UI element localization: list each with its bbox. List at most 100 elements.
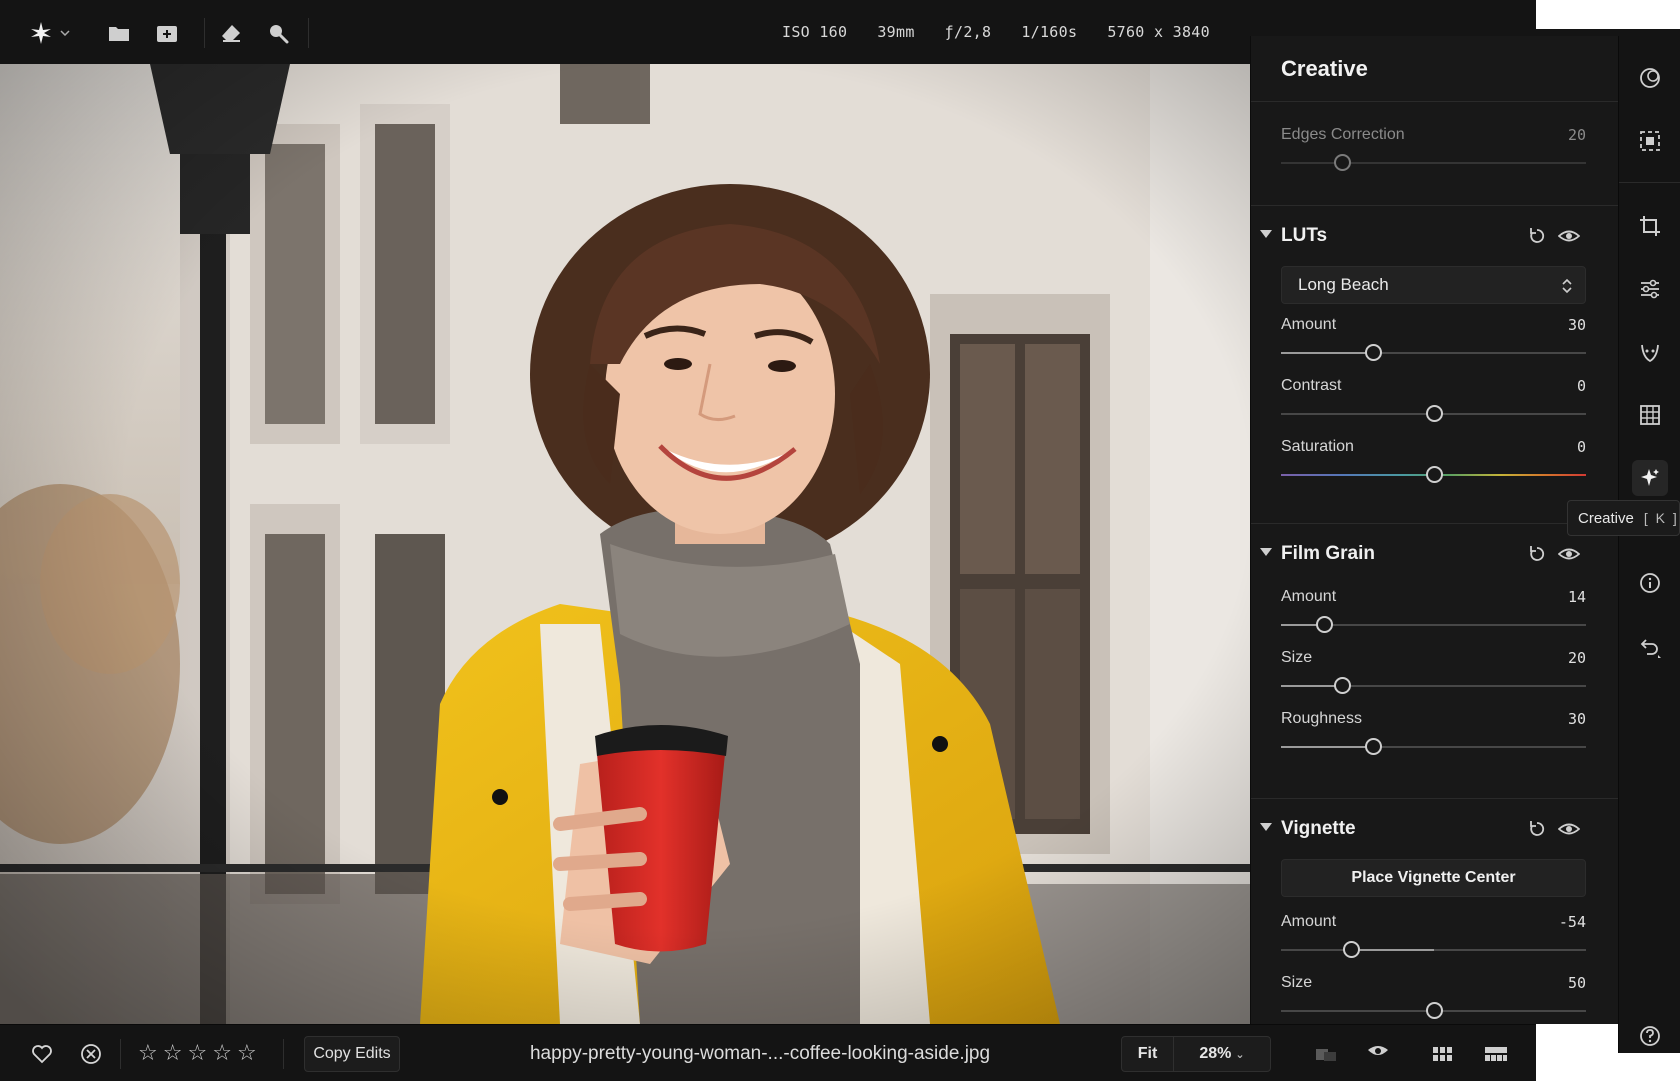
star-3-icon[interactable]: ☆ <box>187 1041 207 1065</box>
collapse-caret-icon[interactable] <box>1260 230 1272 238</box>
grain-size-slider[interactable]: Size 20 <box>1251 645 1618 706</box>
slider-label: Roughness <box>1281 710 1362 727</box>
toolbar-divider <box>308 18 309 48</box>
reset-icon[interactable] <box>1528 820 1546 838</box>
chevron-down-icon: ⌄ <box>1235 1049 1245 1061</box>
slider-knob[interactable] <box>1364 344 1382 361</box>
filmstrip-icon[interactable] <box>1483 1042 1509 1066</box>
slider-label: Contrast <box>1281 377 1342 394</box>
reset-icon[interactable] <box>1528 545 1546 563</box>
visibility-eye-icon[interactable] <box>1558 226 1580 246</box>
vignette-size-slider[interactable]: Size 50 <box>1251 970 1618 1024</box>
slider-knob[interactable] <box>1364 738 1382 755</box>
slider-fill <box>1281 746 1373 748</box>
add-image-icon[interactable] <box>154 20 180 46</box>
portrait-photo <box>0 64 1250 1024</box>
section-title: Vignette <box>1281 818 1356 839</box>
reset-icon[interactable] <box>1528 227 1546 245</box>
slider-knob[interactable] <box>1426 1002 1443 1019</box>
eraser-icon[interactable] <box>218 20 244 46</box>
vignette-header[interactable]: Vignette <box>1251 799 1618 859</box>
adjust-sliders-icon[interactable] <box>1632 271 1668 307</box>
visibility-eye-icon[interactable] <box>1558 544 1580 564</box>
tooltip-shortcut: [ K ] <box>1643 510 1679 526</box>
star-2-icon[interactable]: ☆ <box>163 1041 183 1065</box>
vignette-section: Vignette Place Vignette Center Amount -5… <box>1251 799 1618 1024</box>
slider-label: Saturation <box>1281 438 1354 455</box>
portrait-icon[interactable] <box>1632 334 1668 370</box>
structure-grid-icon[interactable] <box>1632 397 1668 433</box>
place-vignette-center-button[interactable]: Place Vignette Center <box>1281 859 1586 897</box>
lut-amount-slider[interactable]: Amount 30 <box>1251 312 1618 373</box>
preview-eye-icon[interactable] <box>1365 1041 1391 1065</box>
slider-value: 0 <box>1576 438 1586 456</box>
zoom-control: Fit 28% ⌄ <box>1121 1036 1271 1072</box>
collapse-caret-icon[interactable] <box>1260 823 1272 831</box>
slider-knob[interactable] <box>1334 677 1352 694</box>
masking-icon[interactable] <box>1632 123 1668 159</box>
slider-knob[interactable] <box>1343 941 1361 958</box>
edges-correction-slider[interactable]: Edges Correction 20 <box>1251 122 1618 183</box>
overlays-icon[interactable] <box>1632 60 1668 96</box>
reject-icon[interactable] <box>78 1042 104 1066</box>
bottom-toolbar: ☆ ☆ ☆ ☆ ☆ Copy Edits happy-pretty-young-… <box>0 1024 1536 1081</box>
section-title: Film Grain <box>1281 543 1375 564</box>
toolbar-divider <box>283 1039 284 1069</box>
star-5-icon[interactable]: ☆ <box>237 1041 257 1065</box>
slider-value: 30 <box>1567 710 1586 728</box>
section-title: LUTs <box>1281 225 1328 246</box>
slider-value: 14 <box>1567 588 1586 606</box>
slider-fill <box>1351 949 1434 951</box>
favorite-heart-icon[interactable] <box>29 1042 55 1066</box>
zoom-level-value: 28% <box>1199 1045 1232 1062</box>
lut-preset-select[interactable]: Long Beach <box>1281 266 1586 304</box>
file-name: happy-pretty-young-woman-...-coffee-look… <box>529 1042 991 1064</box>
photo-canvas[interactable] <box>0 64 1250 1024</box>
star-rating[interactable]: ☆ ☆ ☆ ☆ ☆ <box>138 1041 257 1065</box>
slider-knob[interactable] <box>1426 466 1443 483</box>
star-1-icon[interactable]: ☆ <box>138 1041 158 1065</box>
zoom-level-dropdown[interactable]: 28% ⌄ <box>1174 1045 1270 1063</box>
folder-icon[interactable] <box>106 20 132 46</box>
creative-sparkle-icon[interactable] <box>1632 460 1668 496</box>
star-4-icon[interactable]: ☆ <box>212 1041 232 1065</box>
slider-knob[interactable] <box>1426 405 1443 422</box>
chevron-down-icon[interactable] <box>56 20 74 46</box>
grain-amount-slider[interactable]: Amount 14 <box>1251 584 1618 645</box>
slider-knob[interactable] <box>1315 616 1333 633</box>
slider-track[interactable] <box>1281 162 1586 164</box>
visibility-eye-icon[interactable] <box>1558 819 1580 839</box>
slider-value: 50 <box>1567 974 1586 992</box>
slider-value: 20 <box>1567 126 1586 144</box>
exif-shutter: 1/160s <box>1021 23 1078 41</box>
exif-dimensions: 5760 x 3840 <box>1107 23 1210 41</box>
slider-knob[interactable] <box>1334 154 1352 171</box>
info-icon[interactable] <box>1632 565 1668 601</box>
slider-value: 20 <box>1567 649 1586 667</box>
compare-icon[interactable] <box>1313 1042 1339 1066</box>
crop-icon[interactable] <box>1632 208 1668 244</box>
grain-roughness-slider[interactable]: Roughness 30 <box>1251 706 1618 767</box>
collapse-caret-icon[interactable] <box>1260 548 1272 556</box>
grid-view-icon[interactable] <box>1430 1042 1456 1066</box>
film-grain-header[interactable]: Film Grain <box>1251 524 1618 584</box>
help-icon[interactable] <box>1632 1018 1668 1054</box>
app-logo-sparkle-icon[interactable] <box>28 20 54 46</box>
lut-contrast-slider[interactable]: Contrast 0 <box>1251 373 1618 434</box>
vignette-amount-slider[interactable]: Amount -54 <box>1251 909 1618 970</box>
toolbar-divider <box>120 1039 121 1069</box>
background-corner <box>1536 1053 1680 1081</box>
zoom-icon[interactable] <box>265 20 291 46</box>
copy-edits-button[interactable]: Copy Edits <box>304 1036 400 1072</box>
lut-saturation-slider[interactable]: Saturation 0 <box>1251 434 1618 495</box>
slider-fill <box>1281 685 1343 687</box>
luts-header[interactable]: LUTs <box>1251 206 1618 266</box>
slider-label: Edges Correction <box>1281 126 1405 143</box>
toolbar-divider <box>204 18 205 48</box>
undo-history-icon[interactable] <box>1632 630 1668 666</box>
slider-label: Amount <box>1281 316 1337 333</box>
zoom-fit-button[interactable]: Fit <box>1122 1036 1174 1072</box>
panel-title: Creative <box>1251 36 1618 102</box>
edges-section: Edges Correction 20 <box>1251 102 1618 206</box>
lut-preset-value: Long Beach <box>1298 275 1389 294</box>
